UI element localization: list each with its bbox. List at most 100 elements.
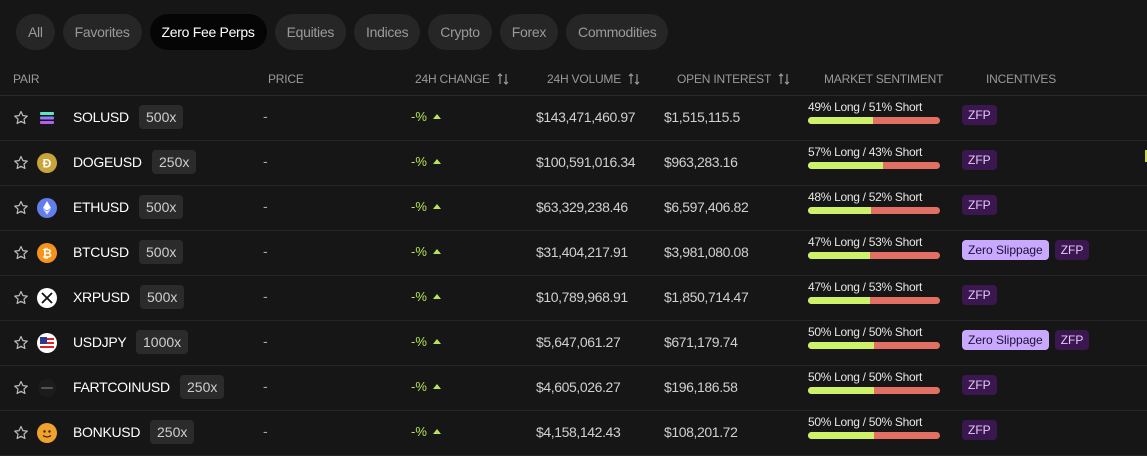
sentiment-bar [808, 297, 940, 304]
change-text: -% [411, 289, 427, 304]
column-24h-volume[interactable]: 24H VOLUME [547, 72, 641, 86]
zfp-badge: ZFP [1054, 330, 1090, 350]
zfp-badge: ZFP [962, 285, 997, 305]
table-row[interactable]: Ð DOGEUSD 250x - -% $100,591,016.34 $963,283.1… [0, 141, 1147, 186]
change-text: -% [411, 244, 427, 259]
tab-crypto[interactable]: Crypto [428, 14, 492, 50]
price-value: - [263, 423, 268, 439]
pair-symbol: XRPUSD [73, 289, 130, 305]
table-row[interactable]: USDJPY 1000x - -% $5,647,061.27 $671,179.74 50… [0, 321, 1147, 366]
sentiment-bar [808, 162, 940, 169]
column-24h-volume-label: 24H VOLUME [547, 72, 622, 86]
up-arrow-icon [432, 384, 441, 389]
leverage-badge: 500x [140, 285, 185, 309]
favorite-star-icon[interactable] [13, 245, 29, 261]
table-row[interactable]: SOLUSD 500x - -% $143,471,460.97 $1,515,115.5… [0, 96, 1147, 141]
sort-arrows-icon[interactable] [496, 72, 510, 86]
sort-arrows-icon[interactable] [627, 72, 641, 86]
tab-favorites[interactable]: Favorites [62, 14, 142, 50]
market-sentiment: 47% Long / 53% Short [808, 280, 940, 304]
up-arrow-icon [432, 159, 441, 164]
pair-symbol: BTCUSD [73, 244, 129, 260]
favorite-star-icon[interactable] [13, 200, 29, 216]
incentive-badges: ZFP [962, 420, 997, 440]
table-row[interactable]: BONKUSD 250x - -% $4,158,142.43 $108,201.72 50… [0, 411, 1147, 456]
dogecoin-icon: Ð [37, 153, 57, 173]
change-text: -% [411, 154, 427, 169]
sentiment-text: 49% Long / 51% Short [808, 100, 923, 114]
change-text: -% [411, 379, 427, 394]
favorite-star-icon[interactable] [13, 335, 29, 351]
column-24h-change[interactable]: 24H CHANGE [415, 72, 510, 86]
leverage-badge: 500x [139, 105, 184, 129]
sort-arrows-icon[interactable] [777, 72, 791, 86]
column-24h-change-label: 24H CHANGE [415, 72, 490, 86]
change-text: -% [411, 109, 427, 124]
incentive-badges: ZFP [962, 150, 997, 170]
table-row[interactable]: ₿ BTCUSD 500x - -% $31,404,217.91 $3,981,080.0… [0, 231, 1147, 276]
up-arrow-icon [432, 204, 441, 209]
price-value: - [263, 333, 268, 349]
change-value: -% [411, 424, 441, 439]
sentiment-bar-long [808, 387, 874, 394]
column-pair: PAIR [13, 72, 40, 86]
sentiment-bar-long [808, 162, 884, 169]
tab-indices[interactable]: Indices [354, 14, 421, 50]
market-sentiment: 57% Long / 43% Short [808, 145, 940, 169]
sentiment-text: 50% Long / 50% Short [808, 370, 923, 384]
favorite-star-icon[interactable] [13, 425, 29, 441]
favorite-star-icon[interactable] [13, 110, 29, 126]
fartcoin-icon [37, 378, 57, 398]
table-row[interactable]: ETHUSD 500x - -% $63,329,238.46 $6,597,406.82… [0, 186, 1147, 231]
open-interest-value: $671,179.74 [664, 334, 738, 350]
ethereum-icon [37, 198, 57, 218]
us-flag-icon [37, 333, 57, 353]
up-arrow-icon [432, 429, 441, 434]
column-pair-label: PAIR [13, 72, 40, 86]
market-sentiment: 50% Long / 50% Short [808, 325, 940, 349]
volume-value: $4,158,142.43 [536, 424, 621, 440]
change-value: -% [411, 289, 441, 304]
table-header: PAIR PRICE 24H CHANGE 24H VOLUME OPEN IN… [0, 64, 1147, 96]
price-value: - [263, 378, 268, 394]
sentiment-bar-long [808, 117, 873, 124]
price-value: - [263, 153, 268, 169]
open-interest-value: $196,186.58 [664, 379, 738, 395]
incentive-badges: ZFP [962, 285, 997, 305]
change-value: -% [411, 109, 441, 124]
tab-all[interactable]: All [16, 14, 55, 50]
up-arrow-icon [432, 294, 441, 299]
favorite-star-icon[interactable] [13, 155, 29, 171]
change-value: -% [411, 154, 441, 169]
sentiment-text: 50% Long / 50% Short [808, 325, 923, 339]
market-sentiment: 50% Long / 50% Short [808, 370, 940, 394]
xrp-icon [37, 288, 57, 308]
price-value: - [263, 288, 268, 304]
column-open-interest[interactable]: OPEN INTEREST [677, 72, 791, 86]
volume-value: $10,789,968.91 [536, 289, 628, 305]
zfp-badge: ZFP [962, 420, 997, 440]
market-category-tabs: All Favorites Zero Fee Perps Equities In… [16, 14, 669, 50]
volume-value: $31,404,217.91 [536, 244, 628, 260]
price-value: - [263, 108, 268, 124]
table-row[interactable]: XRPUSD 500x - -% $10,789,968.91 $1,850,714.47… [0, 276, 1147, 321]
market-sentiment: 50% Long / 50% Short [808, 415, 940, 439]
up-arrow-icon [432, 249, 441, 254]
open-interest-value: $3,981,080.08 [664, 244, 749, 260]
tab-forex[interactable]: Forex [499, 14, 559, 50]
pair-symbol: ETHUSD [73, 199, 129, 215]
leverage-badge: 500x [139, 240, 184, 264]
up-arrow-icon [432, 339, 441, 344]
sentiment-bar [808, 252, 940, 259]
leverage-badge: 250x [180, 375, 225, 399]
favorite-star-icon[interactable] [13, 290, 29, 306]
zfp-badge: ZFP [962, 195, 997, 215]
tab-commodities[interactable]: Commodities [566, 14, 669, 50]
column-market-sentiment-label: MARKET SENTIMENT [824, 72, 944, 86]
open-interest-value: $1,515,115.5 [664, 109, 740, 125]
favorite-star-icon[interactable] [13, 380, 29, 396]
tab-zero-fee-perps[interactable]: Zero Fee Perps [149, 14, 267, 50]
table-row[interactable]: FARTCOINUSD 250x - -% $4,605,026.27 $196,186.… [0, 366, 1147, 411]
solana-icon [37, 108, 57, 128]
tab-equities[interactable]: Equities [274, 14, 347, 50]
